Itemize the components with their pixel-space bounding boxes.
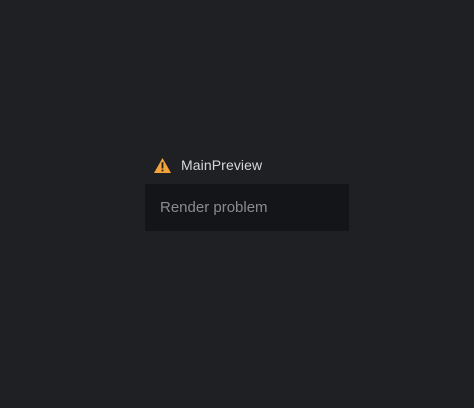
main-preview-panel: MainPreview Render problem bbox=[145, 154, 349, 231]
preview-title: MainPreview bbox=[181, 157, 263, 173]
render-problem-box: Render problem bbox=[145, 184, 349, 231]
preview-header: MainPreview bbox=[145, 154, 349, 176]
render-problem-message: Render problem bbox=[160, 198, 268, 216]
warning-icon bbox=[153, 157, 172, 174]
preview-window: MainPreview Render problem bbox=[0, 0, 474, 408]
